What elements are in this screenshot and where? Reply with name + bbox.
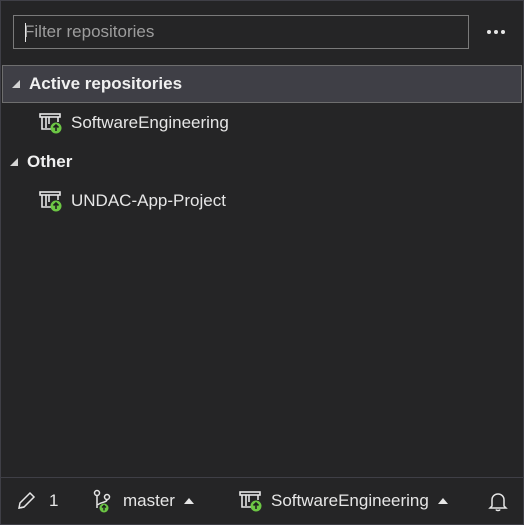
branch-button[interactable]: master [91,478,194,524]
group-label: Other [27,152,73,171]
chevron-up-icon [183,498,194,504]
filter-toolbar [1,1,523,64]
expand-collapse-icon[interactable] [3,80,29,88]
repo-label: UNDAC-App-Project [71,191,226,210]
text-cursor [25,23,26,42]
group-active-repositories[interactable]: Active repositories [2,65,522,103]
chevron-up-icon [437,498,448,504]
more-options-button[interactable] [479,19,513,45]
repository-explorer-window: Active repositories SoftwareEngineering … [0,0,524,525]
bell-icon [487,490,509,512]
branch-icon [91,489,115,513]
repository-icon [39,111,63,135]
repo-label: SoftwareEngineering [71,113,229,132]
status-bar: 1 master SoftwareEngineering [1,477,523,524]
current-repository: SoftwareEngineering [271,491,429,510]
expand-collapse-icon[interactable] [1,158,27,166]
repository-icon [39,189,63,213]
repository-button[interactable]: SoftwareEngineering [239,478,448,524]
branch-name: master [123,491,175,510]
pending-changes-button[interactable]: 1 [15,478,58,524]
repository-icon [239,489,263,513]
group-label: Active repositories [29,74,183,93]
repo-item-softwareengineering[interactable]: SoftwareEngineering [1,103,523,143]
more-options-icon [487,30,491,34]
pencil-icon [15,490,37,512]
repository-tree: Active repositories SoftwareEngineering … [1,65,523,221]
notifications-button[interactable] [487,478,509,524]
filter-box[interactable] [13,15,469,49]
repo-item-undac-app-project[interactable]: UNDAC-App-Project [1,181,523,221]
group-other[interactable]: Other [1,143,523,181]
pending-changes-count: 1 [49,491,59,510]
filter-repositories-input[interactable] [14,16,468,48]
